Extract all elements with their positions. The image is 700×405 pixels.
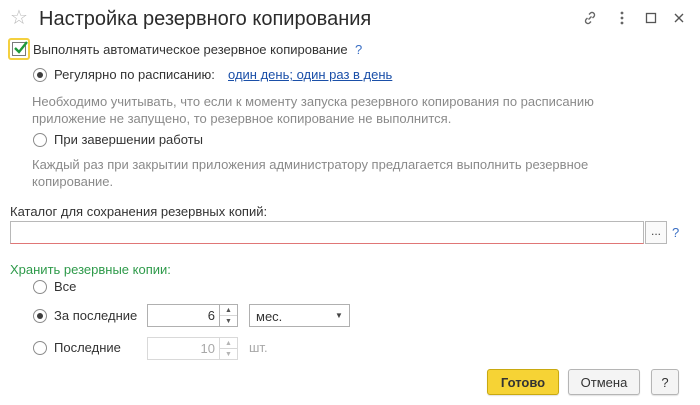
cancel-button[interactable]: Отмена bbox=[568, 369, 640, 395]
stepper-up-icon[interactable]: ▲ bbox=[220, 305, 237, 315]
stepper-down-icon[interactable]: ▼ bbox=[220, 315, 237, 326]
help-button[interactable]: ? bbox=[651, 369, 679, 395]
retention-period-radio[interactable] bbox=[33, 309, 47, 323]
window-title: Настройка резервного копирования bbox=[39, 8, 372, 30]
auto-backup-checkbox[interactable] bbox=[8, 38, 30, 60]
schedule-radio[interactable] bbox=[33, 68, 47, 82]
checkbox-box bbox=[12, 41, 28, 56]
catalog-label: Каталог для сохранения резервных копий: bbox=[10, 204, 268, 219]
schedule-note: Необходимо учитывать, что если к моменту… bbox=[32, 94, 594, 126]
on-exit-radio[interactable] bbox=[33, 133, 47, 147]
catalog-browse-button[interactable]: ... bbox=[645, 221, 667, 244]
stepper-up-icon[interactable]: ▲ bbox=[220, 338, 237, 348]
catalog-help[interactable]: ? bbox=[672, 225, 679, 241]
on-exit-note: Каждый раз при закрытии приложения админ… bbox=[32, 157, 589, 189]
retention-count-radio[interactable] bbox=[33, 341, 47, 355]
auto-backup-help[interactable]: ? bbox=[355, 42, 362, 58]
period-unit-select[interactable]: мес. ▼ bbox=[249, 304, 350, 327]
close-icon[interactable] bbox=[669, 8, 689, 28]
retention-all-label: Все bbox=[54, 279, 77, 294]
count-value-input[interactable] bbox=[147, 337, 220, 360]
link-icon[interactable] bbox=[580, 8, 600, 28]
retention-count-label: Последние bbox=[54, 340, 121, 355]
catalog-path-input[interactable] bbox=[10, 221, 644, 244]
done-button[interactable]: Готово bbox=[487, 369, 559, 395]
favorite-star-icon[interactable]: ☆ bbox=[10, 8, 28, 28]
period-stepper[interactable]: ▲ ▼ bbox=[220, 304, 238, 327]
schedule-label: Регулярно по расписанию: bbox=[54, 67, 215, 82]
checkmark-icon bbox=[14, 41, 28, 54]
schedule-link[interactable]: один день; один раз в день bbox=[228, 67, 392, 83]
count-stepper[interactable]: ▲ ▼ bbox=[220, 337, 238, 360]
retention-section-title: Хранить резервные копии: bbox=[10, 262, 171, 277]
period-unit-value: мес. bbox=[256, 309, 283, 324]
period-value-input[interactable] bbox=[147, 304, 220, 327]
retention-period-label: За последние bbox=[54, 308, 138, 323]
stepper-down-icon[interactable]: ▼ bbox=[220, 348, 237, 359]
count-unit-label: шт. bbox=[249, 340, 268, 355]
retention-all-radio[interactable] bbox=[33, 280, 47, 294]
dropdown-arrow-icon[interactable]: ▼ bbox=[329, 305, 349, 326]
auto-backup-label: Выполнять автоматическое резервное копир… bbox=[33, 42, 348, 57]
on-exit-label: При завершении работы bbox=[54, 132, 203, 147]
maximize-icon[interactable] bbox=[641, 8, 661, 28]
more-menu-icon[interactable] bbox=[612, 8, 632, 28]
